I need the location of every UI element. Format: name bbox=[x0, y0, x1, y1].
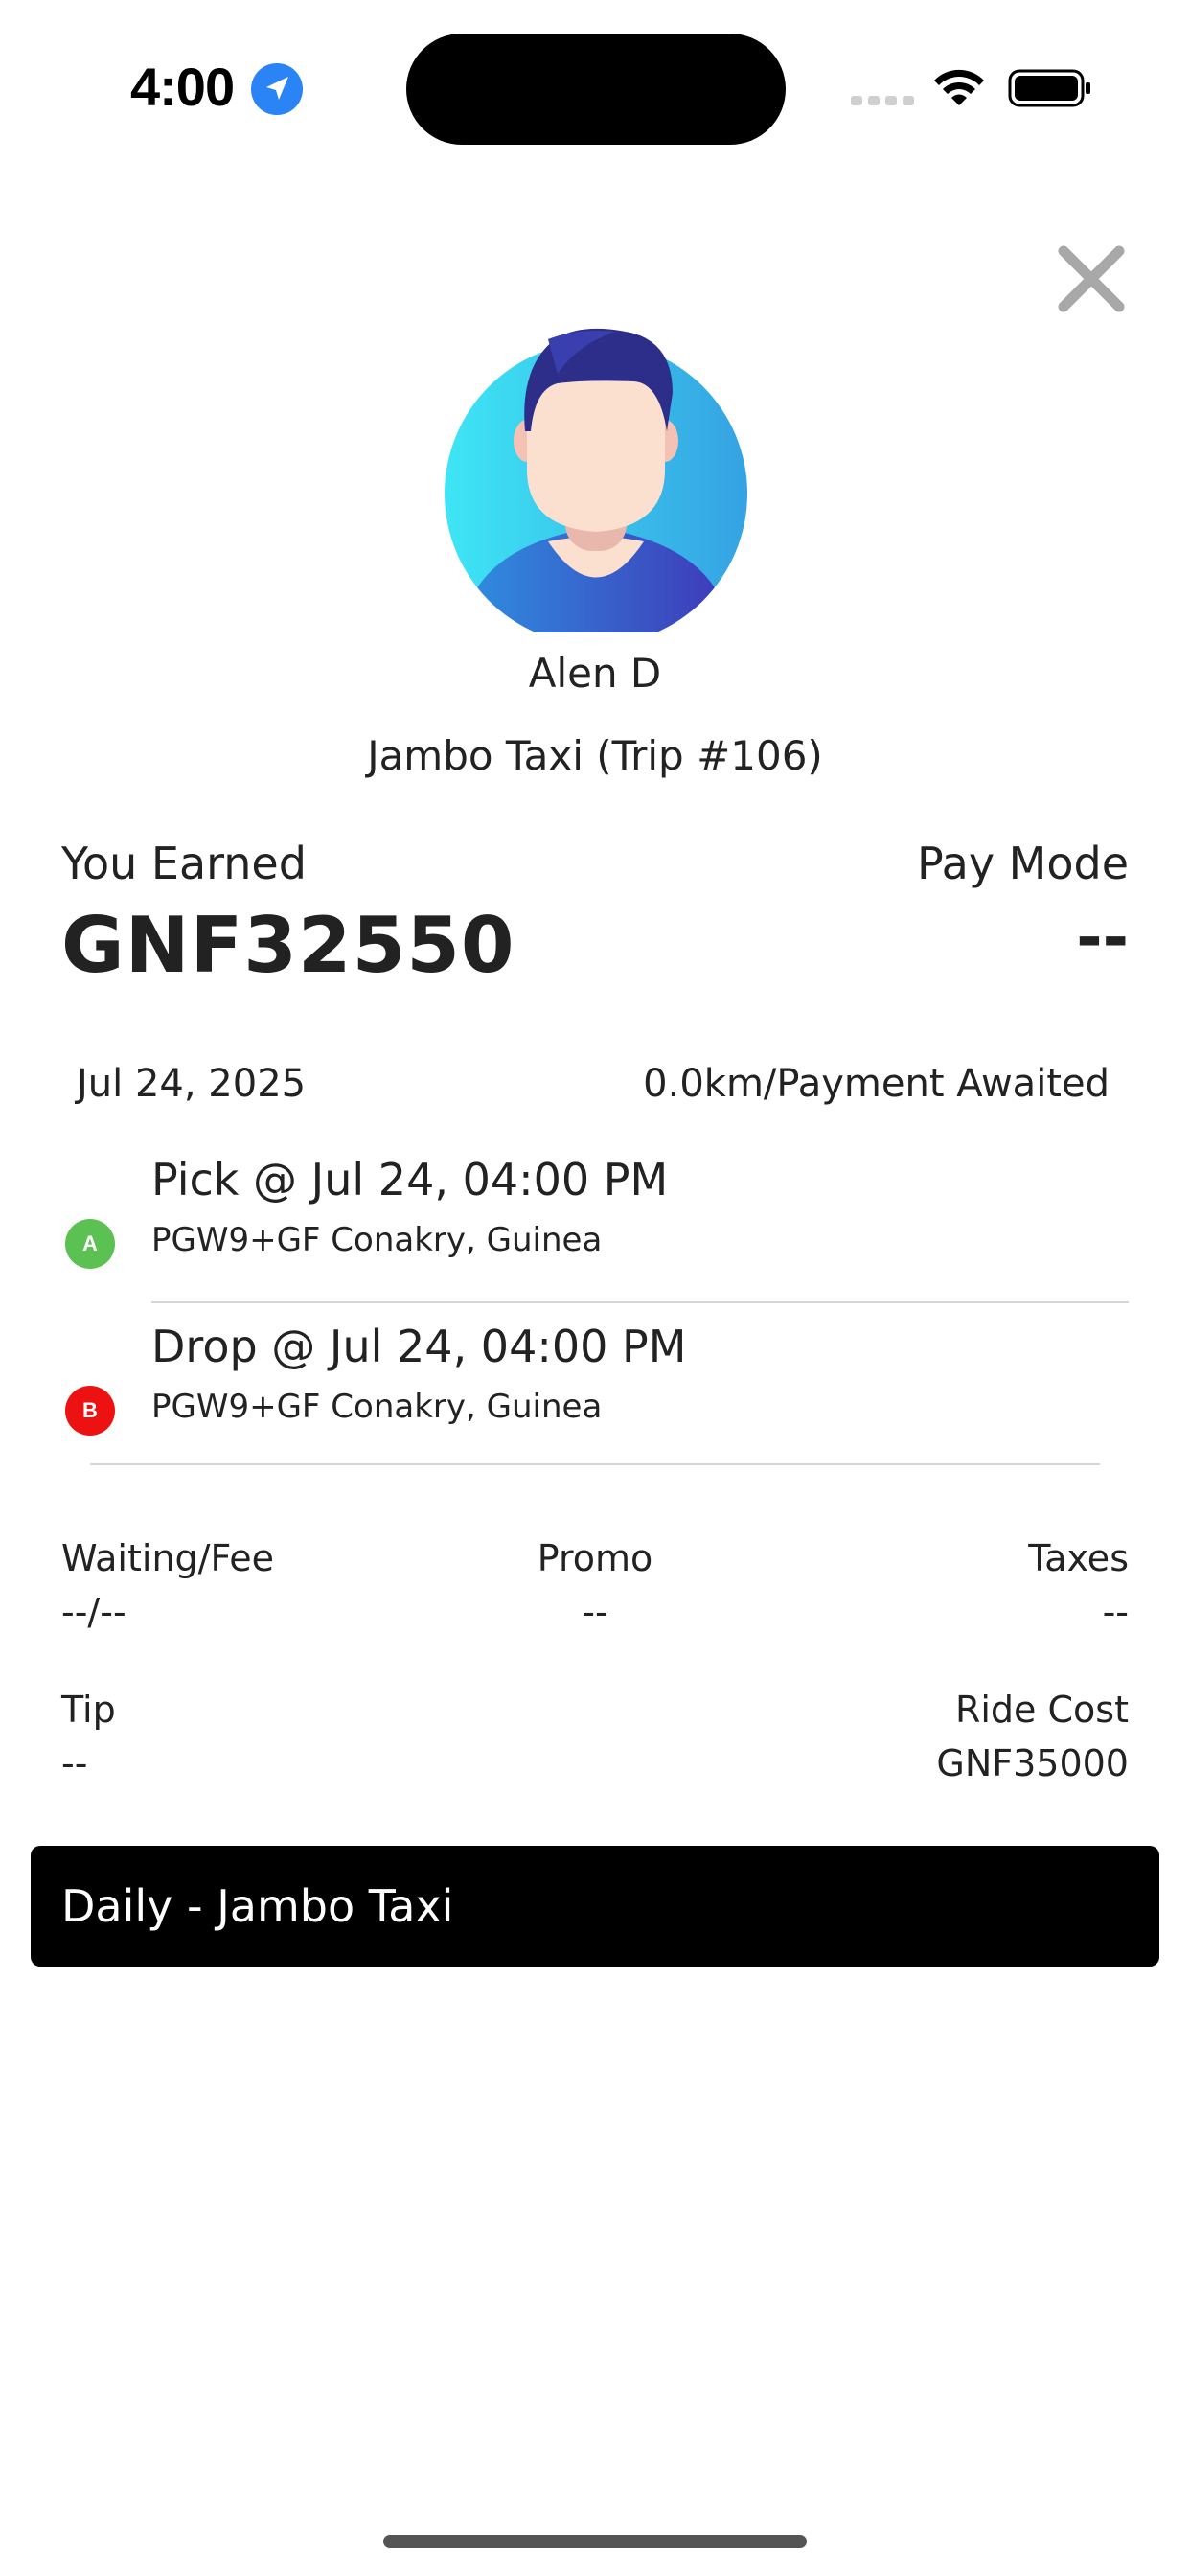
trip-date: Jul 24, 2025 bbox=[77, 1062, 307, 1106]
trip-distance-status: 0.0km/Payment Awaited bbox=[643, 1062, 1110, 1106]
battery-icon bbox=[1008, 69, 1090, 107]
pay-mode-label: Pay Mode bbox=[916, 838, 1129, 889]
ride-cost-label: Ride Cost bbox=[954, 1689, 1129, 1731]
location-divider bbox=[151, 1301, 1129, 1303]
pickup-marker-icon: A bbox=[65, 1219, 115, 1269]
status-time: 4:00 bbox=[130, 57, 235, 117]
drop-marker-icon: B bbox=[65, 1386, 115, 1436]
pickup-address: PGW9+GF Conakry, Guinea bbox=[151, 1221, 603, 1259]
daily-banner[interactable]: Daily - Jambo Taxi bbox=[31, 1846, 1159, 1966]
taxes-label: Taxes bbox=[1028, 1537, 1129, 1579]
driver-name: Alen D bbox=[528, 650, 662, 697]
wifi-icon bbox=[934, 69, 984, 105]
drop-address: PGW9+GF Conakry, Guinea bbox=[151, 1388, 603, 1426]
ride-cost-value: GNF35000 bbox=[936, 1742, 1129, 1784]
promo-label: Promo bbox=[537, 1537, 653, 1579]
pay-mode-value: -- bbox=[1076, 901, 1129, 975]
earned-amount: GNF32550 bbox=[61, 901, 515, 990]
cellular-signal-icon bbox=[851, 96, 914, 105]
section-divider bbox=[90, 1463, 1100, 1465]
taxes-value: -- bbox=[1102, 1591, 1129, 1633]
trip-title: Jambo Taxi (Trip #106) bbox=[367, 732, 823, 779]
close-icon[interactable] bbox=[1054, 242, 1129, 316]
location-arrow-icon bbox=[251, 63, 303, 115]
promo-value: -- bbox=[582, 1591, 608, 1633]
tip-value: -- bbox=[61, 1742, 88, 1784]
dynamic-island bbox=[406, 34, 786, 145]
pickup-time: Pick @ Jul 24, 04:00 PM bbox=[151, 1154, 669, 1206]
earned-label: You Earned bbox=[61, 838, 307, 889]
tip-label: Tip bbox=[61, 1689, 116, 1731]
drop-time: Drop @ Jul 24, 04:00 PM bbox=[151, 1321, 687, 1372]
home-indicator[interactable] bbox=[383, 2535, 807, 2548]
daily-banner-label: Daily - Jambo Taxi bbox=[61, 1880, 454, 1932]
user-avatar-icon bbox=[445, 328, 747, 632]
